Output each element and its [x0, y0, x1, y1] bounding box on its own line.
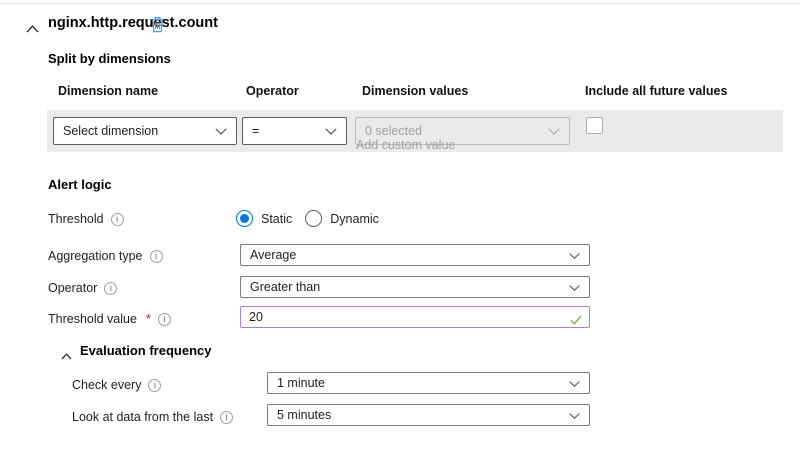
threshold-type-radio-group: Static Dynamic: [236, 210, 379, 227]
aggregation-type-select[interactable]: Average: [240, 244, 590, 266]
condition-metric-title: nginx.http.request.count: [48, 15, 218, 31]
threshold-value-label-row: Threshold value * i: [48, 311, 171, 327]
radio-selected-icon: [236, 210, 253, 227]
radio-static-label: Static: [261, 212, 292, 226]
dimension-name-select[interactable]: Select dimension: [53, 117, 237, 145]
evaluation-frequency-title: Evaluation frequency: [80, 343, 211, 358]
operator-value: Greater than: [250, 280, 320, 294]
radio-static[interactable]: Static: [236, 210, 292, 227]
radio-unselected-icon: [305, 210, 322, 227]
evaluation-frequency-chevron-up-icon[interactable]: [61, 347, 72, 365]
threshold-value-input[interactable]: [240, 306, 590, 328]
radio-dynamic-label: Dynamic: [330, 212, 379, 226]
threshold-value-field-wrap: [240, 306, 590, 328]
add-custom-value-link[interactable]: Add custom value: [356, 138, 455, 152]
threshold-value-label: Threshold value: [48, 312, 137, 326]
dimension-operator-value: =: [252, 124, 259, 138]
chevron-down-icon: [215, 124, 227, 138]
column-header-dimension-values: Dimension values: [362, 84, 468, 98]
aggregation-type-label: Aggregation type: [48, 249, 143, 263]
include-all-future-values-checkbox[interactable]: [586, 117, 603, 134]
dimension-values-value: 0 selected: [365, 124, 422, 138]
dimension-operator-select[interactable]: =: [242, 117, 347, 145]
info-icon[interactable]: i: [150, 250, 163, 263]
chevron-down-icon: [569, 280, 580, 294]
alert-logic-title: Alert logic: [48, 177, 112, 192]
info-icon[interactable]: i: [220, 411, 233, 424]
trash-icon: [150, 21, 165, 36]
check-every-label: Check every: [72, 378, 141, 392]
split-by-dimensions-title: Split by dimensions: [48, 51, 171, 66]
threshold-label: Threshold: [48, 212, 104, 226]
column-header-operator: Operator: [246, 84, 299, 98]
valid-check-icon: [570, 312, 582, 330]
check-every-value: 1 minute: [277, 376, 325, 390]
chevron-down-icon: [569, 408, 580, 422]
lookback-label-row: Look at data from the last i: [72, 409, 233, 425]
check-every-label-row: Check every i: [72, 377, 161, 393]
check-every-select[interactable]: 1 minute: [267, 372, 590, 394]
info-icon[interactable]: i: [111, 213, 124, 226]
chevron-down-icon: [569, 376, 580, 390]
column-header-include-future: Include all future values: [585, 84, 727, 98]
info-icon[interactable]: i: [104, 282, 117, 295]
info-icon[interactable]: i: [148, 379, 161, 392]
delete-condition-button[interactable]: [148, 16, 166, 34]
column-header-dimension-name: Dimension name: [58, 84, 158, 98]
chevron-down-icon: [548, 124, 560, 138]
aggregation-type-value: Average: [250, 248, 296, 262]
required-asterisk: *: [146, 312, 151, 326]
chevron-down-icon: [325, 124, 337, 138]
lookback-label: Look at data from the last: [72, 410, 213, 424]
lookback-value: 5 minutes: [277, 408, 331, 422]
collapse-condition-chevron-up-icon[interactable]: [26, 20, 39, 38]
info-icon[interactable]: i: [158, 313, 171, 326]
aggregation-type-label-row: Aggregation type i: [48, 248, 163, 264]
lookback-select[interactable]: 5 minutes: [267, 404, 590, 426]
operator-select[interactable]: Greater than: [240, 276, 590, 298]
dimension-name-value: Select dimension: [63, 124, 158, 138]
operator-label-row: Operator i: [48, 280, 117, 296]
top-divider: [0, 3, 800, 4]
threshold-label-row: Threshold i: [48, 211, 124, 227]
chevron-down-icon: [569, 248, 580, 262]
operator-label: Operator: [48, 281, 97, 295]
radio-dynamic[interactable]: Dynamic: [305, 210, 379, 227]
